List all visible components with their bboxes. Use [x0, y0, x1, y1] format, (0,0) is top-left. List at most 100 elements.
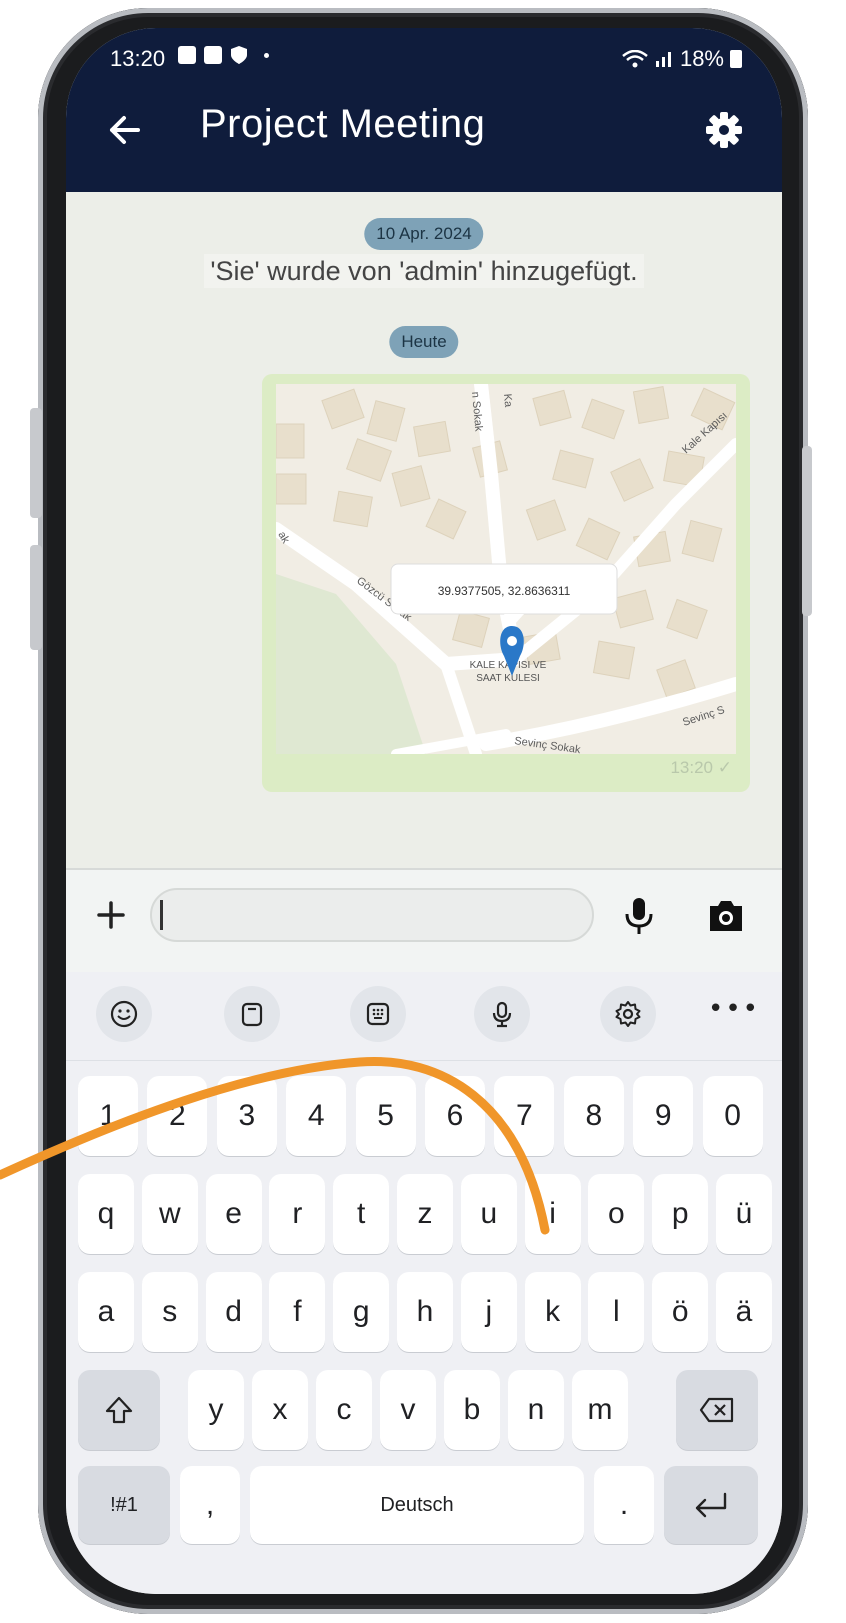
- number-key-3[interactable]: 4: [286, 1076, 347, 1156]
- number-key-7[interactable]: 8: [563, 1076, 624, 1156]
- enter-key[interactable]: [664, 1466, 758, 1544]
- letter-key-5[interactable]: n: [508, 1370, 564, 1450]
- letter-key-1[interactable]: s: [141, 1272, 198, 1352]
- letter-key-6[interactable]: j: [460, 1272, 517, 1352]
- status-time: 13:20: [110, 46, 166, 71]
- more-options-button[interactable]: •••: [708, 994, 760, 1024]
- plus-icon[interactable]: [96, 900, 126, 930]
- letter-key-9[interactable]: p: [652, 1174, 709, 1254]
- clipboard-button[interactable]: [224, 986, 280, 1042]
- on-screen-keyboard: ••• 1234567890 qwertzuiopü asdfghjklöä y…: [66, 972, 782, 1594]
- number-key-4[interactable]: 5: [355, 1076, 416, 1156]
- number-key-8[interactable]: 9: [633, 1076, 694, 1156]
- letter-key-4[interactable]: b: [444, 1370, 500, 1450]
- volume-button-lower: [30, 545, 42, 650]
- emoji-button[interactable]: [96, 986, 152, 1042]
- symbols-key[interactable]: !#1: [78, 1466, 170, 1544]
- period-key[interactable]: .: [594, 1466, 654, 1544]
- wifi-icon: [622, 50, 648, 68]
- chat-header: Project Meeting: [66, 76, 782, 192]
- backspace-key[interactable]: [676, 1370, 758, 1450]
- emoji-icon: [110, 1000, 138, 1028]
- letter-key-10[interactable]: ä: [716, 1272, 772, 1352]
- microphone-icon: [492, 1001, 512, 1028]
- street-label: Ka: [501, 393, 514, 408]
- date-chip: 10 Apr. 2024: [364, 218, 484, 250]
- letter-key-2[interactable]: e: [205, 1174, 262, 1254]
- microphone-icon[interactable]: [622, 896, 656, 936]
- app-notification-icon: [204, 46, 222, 64]
- letter-key-6[interactable]: u: [460, 1174, 517, 1254]
- message-composer: [66, 868, 782, 974]
- message-time: 13:20: [670, 758, 714, 777]
- gear-icon: [615, 1001, 641, 1027]
- clipboard-icon: [241, 1002, 263, 1027]
- space-key[interactable]: Deutsch: [250, 1466, 584, 1544]
- number-key-5[interactable]: 6: [425, 1076, 485, 1156]
- letter-key-7[interactable]: k: [524, 1272, 581, 1352]
- letter-key-5[interactable]: h: [397, 1272, 453, 1352]
- battery-icon: [730, 50, 742, 68]
- gear-icon[interactable]: [704, 110, 744, 150]
- number-key-0[interactable]: 1: [78, 1076, 138, 1156]
- letter-key-2[interactable]: c: [316, 1370, 372, 1450]
- message-input[interactable]: [150, 888, 594, 942]
- letter-key-0[interactable]: q: [78, 1174, 134, 1254]
- notification-icons: [178, 45, 269, 65]
- letter-key-8[interactable]: o: [588, 1174, 645, 1254]
- enter-icon: [695, 1492, 727, 1518]
- letter-key-3[interactable]: f: [269, 1272, 326, 1352]
- message-meta: 13:20 ✓: [670, 758, 732, 778]
- page-title: Project Meeting: [200, 102, 486, 146]
- system-message: 'Sie' wurde von 'admin' hinzugefügt.: [66, 254, 782, 288]
- number-key-2[interactable]: 3: [216, 1076, 277, 1156]
- letter-key-8[interactable]: l: [588, 1272, 645, 1352]
- letter-key-4[interactable]: g: [333, 1272, 390, 1352]
- shield-icon: [231, 46, 247, 64]
- date-chip-today: Heute: [389, 326, 459, 358]
- text-caret: [160, 900, 163, 930]
- letter-key-7[interactable]: i: [524, 1174, 581, 1254]
- map-image: Gözcü Sokak Sevinç Sokak Kale Kapısı Sev…: [276, 384, 736, 754]
- place-label: SAAT KULESI: [476, 673, 540, 684]
- letter-key-2[interactable]: d: [205, 1272, 262, 1352]
- keyboard-settings-button[interactable]: [600, 986, 656, 1042]
- coordinates-text: 39.9377505, 32.8636311: [438, 584, 571, 598]
- letter-key-4[interactable]: t: [333, 1174, 390, 1254]
- map-preview[interactable]: Gözcü Sokak Sevinç Sokak Kale Kapısı Sev…: [276, 384, 736, 754]
- volume-button: [30, 408, 42, 518]
- keypad-button[interactable]: [350, 986, 406, 1042]
- letter-key-0[interactable]: a: [78, 1272, 134, 1352]
- keypad-icon: [366, 1002, 390, 1026]
- number-key-1[interactable]: 2: [147, 1076, 208, 1156]
- letter-key-3[interactable]: r: [269, 1174, 326, 1254]
- camera-icon[interactable]: [706, 898, 746, 934]
- backspace-icon: [699, 1397, 734, 1423]
- power-button: [802, 446, 812, 616]
- letter-key-10[interactable]: ü: [716, 1174, 772, 1254]
- status-bar: 13:20 18%: [66, 28, 782, 76]
- letter-key-0[interactable]: y: [188, 1370, 244, 1450]
- signal-icon: [655, 52, 671, 67]
- letter-key-1[interactable]: w: [141, 1174, 198, 1254]
- chat-area[interactable]: 10 Apr. 2024 'Sie' wurde von 'admin' hin…: [66, 192, 782, 868]
- letter-key-9[interactable]: ö: [652, 1272, 709, 1352]
- shift-icon: [105, 1396, 133, 1424]
- letter-key-3[interactable]: v: [380, 1370, 436, 1450]
- letter-key-6[interactable]: m: [572, 1370, 628, 1450]
- phone-screen: 13:20 18% Project Meeting 10 Apr. 2024 '…: [66, 28, 782, 1594]
- voice-input-button[interactable]: [474, 986, 530, 1042]
- keyboard-toolbar: •••: [66, 972, 782, 1061]
- back-arrow-icon[interactable]: [104, 110, 144, 150]
- location-message-bubble[interactable]: Gözcü Sokak Sevinç Sokak Kale Kapısı Sev…: [262, 374, 750, 792]
- shift-key[interactable]: [78, 1370, 160, 1450]
- letter-key-1[interactable]: x: [252, 1370, 308, 1450]
- gallery-icon: [178, 46, 196, 64]
- battery-percent: 18%: [679, 46, 724, 71]
- number-key-9[interactable]: 0: [702, 1076, 763, 1156]
- comma-key[interactable]: ,: [180, 1466, 240, 1544]
- number-key-6[interactable]: 7: [494, 1076, 555, 1156]
- letter-key-5[interactable]: z: [397, 1174, 453, 1254]
- system-message-text: 'Sie' wurde von 'admin' hinzugefügt.: [204, 254, 644, 288]
- read-check-icon: ✓: [717, 758, 732, 777]
